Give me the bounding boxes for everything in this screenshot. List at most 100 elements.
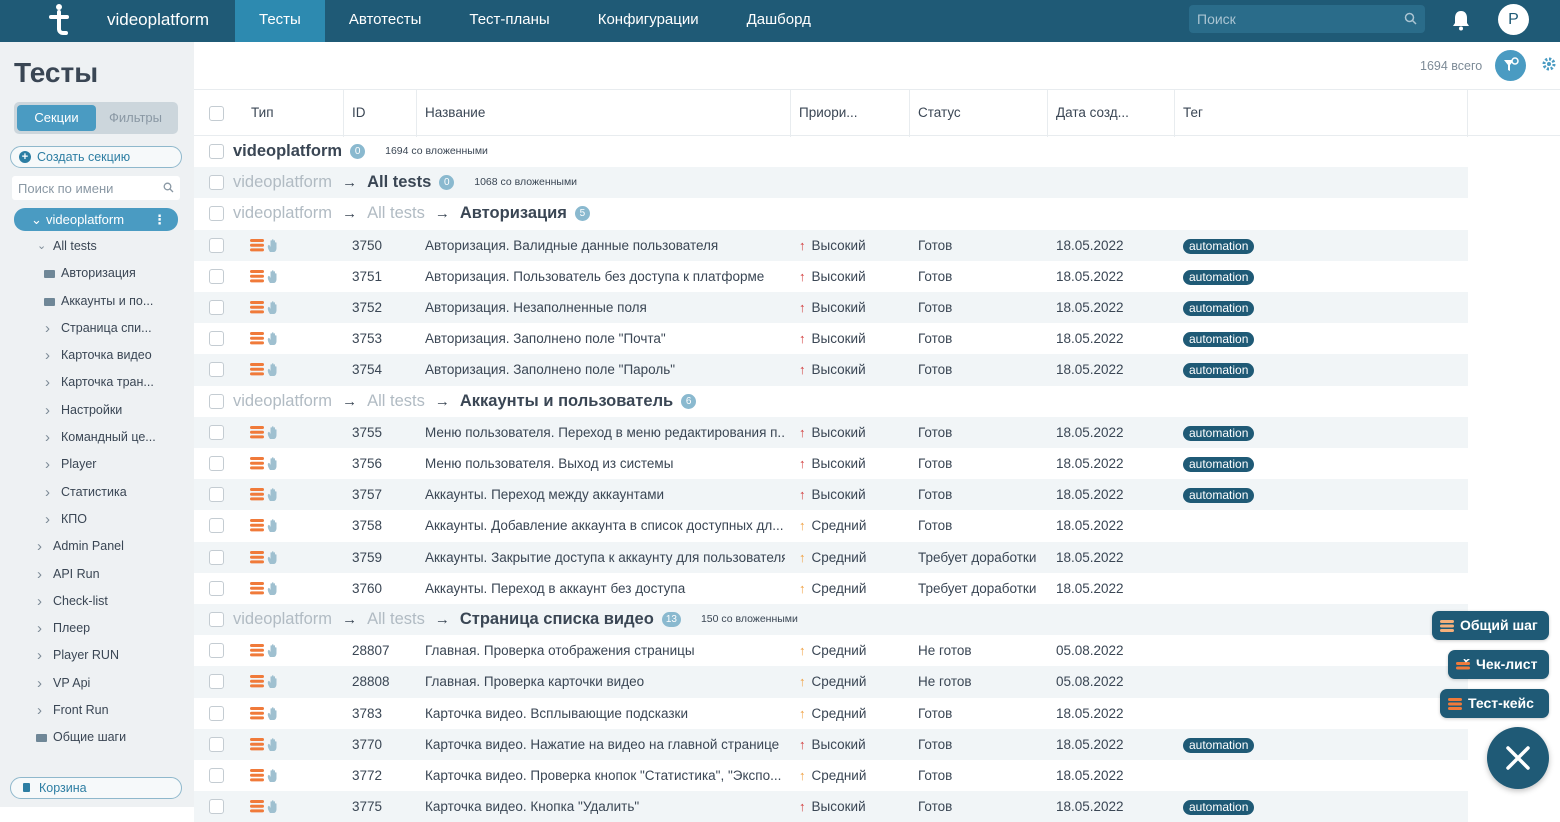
test-name[interactable]: Главная. Проверка карточки видео: [425, 666, 785, 697]
test-name[interactable]: Аккаунты. Закрытие доступа к аккаунту дл…: [425, 542, 785, 573]
breadcrumb-part[interactable]: videoplatform: [233, 604, 332, 635]
row-checkbox[interactable]: [209, 736, 224, 752]
nav-tab-autotests[interactable]: Автотесты: [325, 0, 446, 42]
test-name[interactable]: Карточка видео. Всплывающие подсказки: [425, 698, 785, 729]
row-checkbox[interactable]: [209, 175, 224, 191]
sidebar-item-статистика[interactable]: › Статистика: [0, 479, 194, 506]
sidebar-item-общие-шаги[interactable]: Общие шаги: [0, 724, 194, 751]
create-section-button[interactable]: + Создать секцию: [10, 146, 182, 168]
search-icon[interactable]: [1404, 12, 1417, 25]
column-tag[interactable]: Тег: [1175, 90, 1468, 137]
chevron-right-icon[interactable]: ›: [45, 397, 50, 424]
nav-tab-configurations[interactable]: Конфигурации: [574, 0, 723, 42]
tag-badge[interactable]: automation: [1183, 456, 1255, 472]
tag-badge[interactable]: automation: [1183, 238, 1255, 254]
sidebar-item-плеер[interactable]: › Плеер: [0, 615, 194, 642]
chevron-right-icon[interactable]: ›: [37, 642, 42, 669]
test-name[interactable]: Авторизация. Валидные данные пользовател…: [425, 230, 785, 261]
chevron-right-icon[interactable]: ›: [37, 670, 42, 697]
sidebar-item-front-run[interactable]: › Front Run: [0, 697, 194, 724]
sidebar-item-командный-це[interactable]: › Командный це...: [0, 424, 194, 451]
bell-icon[interactable]: [1451, 9, 1471, 31]
column-priority[interactable]: Приори...: [791, 90, 910, 137]
chevron-right-icon[interactable]: ›: [37, 533, 42, 560]
chevron-right-icon[interactable]: ›: [45, 424, 50, 451]
chevron-right-icon[interactable]: ›: [45, 342, 50, 369]
gear-icon[interactable]: [1541, 56, 1557, 72]
test-name[interactable]: Авторизация. Незаполненные поля: [425, 292, 785, 323]
trash-button[interactable]: Корзина: [10, 777, 182, 799]
test-name[interactable]: Карточка видео. Нажатие на видео на глав…: [425, 729, 785, 760]
segment-sections[interactable]: Секции: [17, 105, 96, 131]
chevron-right-icon[interactable]: ›: [37, 615, 42, 642]
breadcrumb-part[interactable]: All tests: [367, 386, 425, 417]
fab-test-case-button[interactable]: Тест-кейс: [1440, 689, 1549, 718]
section-row[interactable]: videoplatform → All tests 0 1068 со вложенны…: [194, 167, 1560, 199]
section-row[interactable]: videoplatform → All tests → Страница списка …: [194, 604, 1560, 636]
breadcrumb-part[interactable]: All tests: [367, 604, 425, 635]
row-checkbox[interactable]: [209, 268, 224, 284]
test-name[interactable]: Авторизация. Пользователь без доступа к …: [425, 261, 785, 292]
table-row[interactable]: 3753 Авторизация. Заполнено поле "Почта" ↑…: [194, 323, 1560, 354]
sidebar-item-страница-спи[interactable]: › Страница спи...: [0, 315, 194, 342]
row-checkbox[interactable]: [209, 643, 224, 659]
row-checkbox[interactable]: [209, 705, 224, 721]
test-name[interactable]: Главная. Проверка отображения страницы: [425, 635, 785, 666]
tag-badge[interactable]: automation: [1183, 425, 1255, 441]
column-name[interactable]: Название: [417, 90, 791, 137]
table-row[interactable]: 3750 Авторизация. Валидные данные пользов…: [194, 229, 1560, 261]
row-checkbox[interactable]: [209, 518, 224, 534]
table-row[interactable]: 3756 Меню пользователя. Выход из системы ↑…: [194, 448, 1560, 479]
sidebar-item-admin-panel[interactable]: › Admin Panel: [0, 533, 194, 560]
section-row[interactable]: videoplatform → All tests → Авторизация 5: [194, 198, 1560, 229]
user-avatar[interactable]: P: [1498, 4, 1529, 35]
tag-badge[interactable]: automation: [1183, 488, 1255, 504]
chevron-right-icon[interactable]: ›: [45, 479, 50, 506]
row-checkbox[interactable]: [209, 549, 224, 565]
sidebar-item-аккаунты-и-по[interactable]: Аккаунты и по...: [0, 288, 194, 315]
row-checkbox[interactable]: [209, 612, 224, 627]
tag-badge[interactable]: automation: [1183, 300, 1255, 316]
row-checkbox[interactable]: [209, 237, 224, 253]
sidebar-item-player[interactable]: › Player: [0, 451, 194, 478]
table-row[interactable]: 3754 Авторизация. Заполнено поле "Пароль"…: [194, 354, 1560, 386]
test-name[interactable]: Аккаунты. Переход в аккаунт без доступа: [425, 573, 785, 604]
nav-tab-dashboard[interactable]: Дашборд: [723, 0, 835, 42]
tag-badge[interactable]: automation: [1183, 737, 1255, 753]
table-row[interactable]: 3783 Карточка видео. Всплывающие подсказк…: [194, 698, 1560, 729]
chevron-right-icon[interactable]: ›: [37, 561, 42, 588]
tag-badge[interactable]: automation: [1183, 363, 1255, 379]
table-row[interactable]: 28807 Главная. Проверка отображения стран…: [194, 635, 1560, 666]
breadcrumb-part[interactable]: videoplatform: [233, 198, 332, 229]
sidebar-item-кпо[interactable]: › КПО: [0, 506, 194, 533]
close-fab-button[interactable]: [1487, 727, 1549, 789]
fab-shared-step-button[interactable]: Общий шаг: [1432, 611, 1549, 640]
row-checkbox[interactable]: [209, 424, 224, 440]
chevron-down-icon[interactable]: ⌄: [37, 233, 46, 260]
tree-root-videoplatform[interactable]: ⌄ videoplatform ⋮: [14, 208, 178, 231]
sidebar-item-check-list[interactable]: › Check-list: [0, 588, 194, 615]
table-row[interactable]: 3770 Карточка видео. Нажатие на видео на …: [194, 728, 1560, 760]
chevron-right-icon[interactable]: ›: [37, 697, 42, 724]
table-row[interactable]: 3758 Аккаунты. Добавление аккаунта в спис…: [194, 510, 1560, 541]
nav-tab-test-plans[interactable]: Тест-планы: [445, 0, 573, 42]
section-row[interactable]: videoplatform 0 1694 со вложенными: [194, 136, 1560, 167]
sidebar-item-vp-api[interactable]: › VP Api: [0, 670, 194, 697]
column-status[interactable]: Статус: [910, 90, 1048, 137]
test-name[interactable]: Авторизация. Заполнено поле "Пароль": [425, 354, 785, 385]
column-type[interactable]: Тип: [243, 90, 344, 137]
chevron-right-icon[interactable]: ›: [37, 588, 42, 615]
test-name[interactable]: Меню пользователя. Выход из системы: [425, 448, 785, 479]
row-checkbox[interactable]: [209, 674, 224, 690]
row-checkbox[interactable]: [209, 456, 224, 471]
table-row[interactable]: 3757 Аккаунты. Переход между аккаунтами ↑ В…: [194, 479, 1560, 511]
breadcrumb-part[interactable]: videoplatform: [233, 167, 332, 198]
chevron-right-icon[interactable]: ›: [45, 451, 50, 478]
logo-icon[interactable]: [46, 3, 72, 37]
sidebar-item-player-run[interactable]: › Player RUN: [0, 642, 194, 669]
sidebar-item-карточка-видео[interactable]: › Карточка видео: [0, 342, 194, 369]
chevron-right-icon[interactable]: ›: [45, 506, 50, 533]
chevron-right-icon[interactable]: ›: [45, 369, 50, 396]
test-name[interactable]: Аккаунты. Переход между аккаунтами: [425, 479, 785, 510]
row-checkbox[interactable]: [209, 300, 224, 315]
